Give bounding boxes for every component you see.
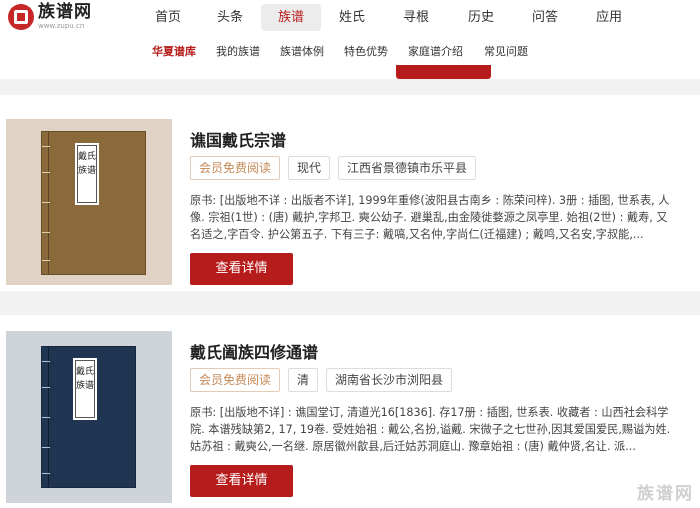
watermark: 族谱网: [637, 484, 694, 504]
book-cover-label: 戴氏族谱: [73, 358, 97, 420]
subnav-features[interactable]: 特色优势: [344, 43, 388, 59]
location-tag: 江西省景德镇市乐平县: [338, 156, 477, 180]
card-description: 原书: [出版地不详] : 谯国堂订, 清道光16[1836]. 存17册 : …: [190, 406, 671, 453]
nav-genealogy[interactable]: 族谱: [261, 4, 321, 31]
view-details-button[interactable]: 查看详情: [190, 465, 293, 497]
subnav-huaxia-library[interactable]: 华夏谱库: [152, 43, 196, 59]
main-nav: 首页 头条 族谱 姓氏 寻根 历史 问答 应用: [137, 4, 641, 31]
subnav-faq[interactable]: 常见问题: [484, 43, 528, 59]
card-tags: 会员免费阅读 清 湖南省长沙市浏阳县: [190, 368, 460, 392]
free-read-tag: 会员免费阅读: [190, 156, 281, 180]
nav-headlines[interactable]: 头条: [199, 4, 261, 31]
subnav-family-genealogy[interactable]: 家庭谱介绍: [408, 43, 463, 59]
logo-url: www.zupu.cn: [38, 22, 85, 30]
era-tag: 清: [288, 368, 319, 392]
card-title[interactable]: 戴氏阖族四修通谱: [190, 339, 318, 363]
genealogy-card: 戴氏族谱 戴氏阖族四修通谱 会员免费阅读 清 湖南省长沙市浏阳县 原书: [出版…: [0, 315, 700, 508]
nav-qa[interactable]: 问答: [513, 4, 577, 31]
subnav-my-genealogy[interactable]: 我的族谱: [216, 43, 260, 59]
card-tags: 会员免费阅读 现代 江西省景德镇市乐平县: [190, 156, 484, 180]
book-cover-label: 戴氏族谱: [75, 143, 99, 205]
nav-history[interactable]: 历史: [449, 4, 513, 31]
era-tag: 现代: [288, 156, 331, 180]
nav-surnames[interactable]: 姓氏: [321, 4, 383, 31]
nav-roots[interactable]: 寻根: [383, 4, 449, 31]
location-tag: 湖南省长沙市浏阳县: [326, 368, 453, 392]
site-logo[interactable]: 族谱网 www.zupu.cn: [8, 4, 92, 30]
subnav-genealogy-format[interactable]: 族谱体例: [280, 43, 324, 59]
card-description: 原书: [出版地不详 : 出版者不详], 1999年重修(波阳县古南乡 : 陈荣…: [190, 194, 670, 241]
view-details-button[interactable]: 查看详情: [190, 253, 293, 285]
free-read-tag: 会员免费阅读: [190, 368, 281, 392]
previous-card: [0, 65, 700, 79]
sub-navbar: 华夏谱库 我的族谱 族谱体例 特色优势 家庭谱介绍 常见问题: [0, 35, 700, 65]
book-cover[interactable]: 戴氏族谱: [6, 331, 172, 503]
card-title[interactable]: 谯国戴氏宗谱: [190, 127, 286, 151]
top-navbar: 族谱网 www.zupu.cn 首页 头条 族谱 姓氏 寻根 历史 问答 应用: [0, 0, 700, 35]
book-cover[interactable]: 戴氏族谱: [6, 119, 172, 285]
logo-title: 族谱网: [38, 2, 92, 22]
genealogy-card: 戴氏族谱 谯国戴氏宗谱 会员免费阅读 现代 江西省景德镇市乐平县 原书: [出版…: [0, 95, 700, 291]
previous-details-button[interactable]: [396, 65, 491, 79]
nav-apps[interactable]: 应用: [577, 4, 641, 31]
logo-icon: [8, 4, 34, 30]
nav-home[interactable]: 首页: [137, 4, 199, 31]
